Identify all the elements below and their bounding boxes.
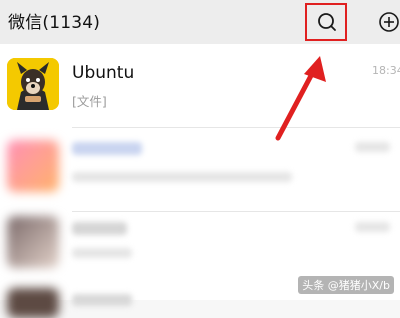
- blurred-avatar: [7, 140, 59, 192]
- blurred-message: [72, 248, 132, 258]
- blurred-name: [72, 294, 132, 306]
- watermark-text: 头条 @猪猪小X/b: [298, 276, 394, 294]
- chat-item[interactable]: [0, 128, 400, 212]
- blurred-name: [72, 222, 127, 235]
- chat-name: Ubuntu: [72, 63, 135, 83]
- annotation-arrow: [275, 56, 326, 141]
- blurred-time: [355, 142, 390, 152]
- chat-list: Ubuntu [文件] 18:34: [0, 44, 400, 318]
- plus-circle-icon: [379, 12, 399, 32]
- dog-avatar: [7, 58, 59, 110]
- add-button[interactable]: [374, 8, 400, 36]
- blurred-message: [72, 172, 292, 182]
- top-bar: 微信(1134): [0, 0, 400, 44]
- blurred-avatar: [7, 288, 59, 318]
- blurred-time: [355, 222, 390, 232]
- chat-time: 18:34: [372, 64, 400, 77]
- blurred-avatar: [7, 216, 59, 268]
- page-title: 微信(1134): [8, 13, 101, 33]
- chat-last-message: [文件]: [72, 94, 107, 109]
- search-highlight-box: [305, 3, 347, 41]
- blurred-name: [72, 142, 142, 155]
- chat-item-ubuntu[interactable]: Ubuntu [文件] 18:34: [0, 44, 400, 128]
